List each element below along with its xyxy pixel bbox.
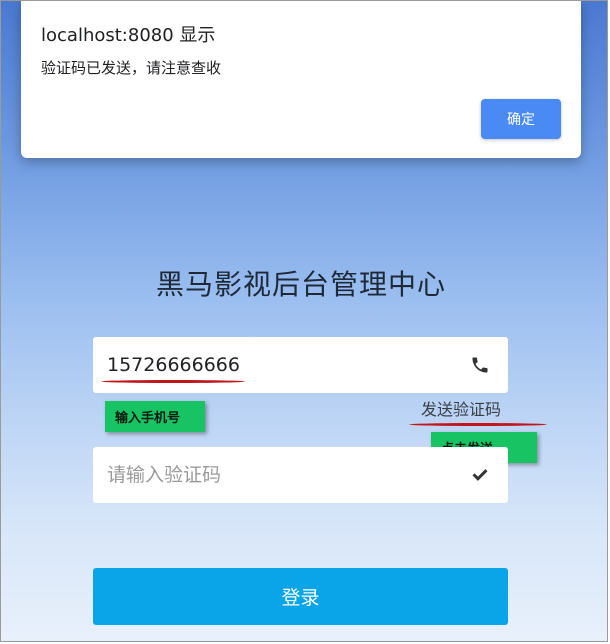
- code-input[interactable]: [93, 447, 453, 503]
- send-code-underline-annotation: [409, 423, 547, 426]
- login-button[interactable]: 登录: [93, 568, 508, 625]
- alert-title: localhost:8080 显示: [41, 25, 216, 46]
- phone-underline-annotation: [101, 380, 245, 383]
- browser-viewport: localhost:8080 显示 验证码已发送，请注意查收 确定 黑马影视后台…: [0, 0, 608, 642]
- send-code-link[interactable]: 发送验证码: [421, 396, 501, 420]
- alert-ok-button[interactable]: 确定: [481, 99, 561, 139]
- code-field: [93, 447, 508, 503]
- page-title: 黑马影视后台管理中心: [155, 268, 446, 301]
- phone-note-annotation: 输入手机号: [105, 401, 205, 432]
- phone-field: [93, 337, 508, 393]
- phone-input[interactable]: [93, 337, 453, 393]
- alert-message: 验证码已发送，请注意查收: [41, 59, 222, 77]
- phone-icon: [472, 357, 488, 373]
- alert-dialog: localhost:8080 显示 验证码已发送，请注意查收 确定: [21, 1, 581, 158]
- check-icon: [472, 469, 488, 481]
